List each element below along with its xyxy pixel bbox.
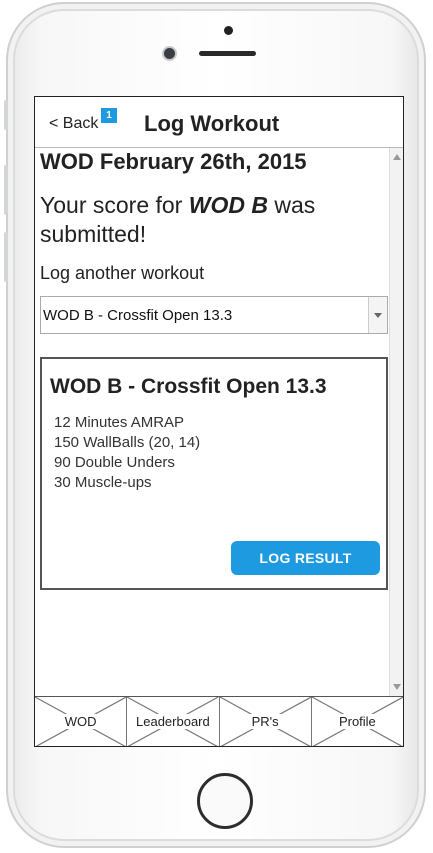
- workout-description: 12 Minutes AMRAP 150 WallBalls (20, 14) …: [54, 413, 200, 493]
- workout-card: WOD B - Crossfit Open 13.3 12 Minutes AM…: [40, 357, 388, 590]
- score-wod-name: WOD B: [188, 192, 268, 218]
- workout-select-value: WOD B - Crossfit Open 13.3: [43, 307, 233, 324]
- dropdown-arrow-icon: [374, 313, 382, 318]
- workout-select[interactable]: WOD B - Crossfit Open 13.3: [40, 296, 388, 334]
- main-content: WOD February 26th, 2015 Your score for W…: [35, 148, 389, 696]
- page-title: Log Workout: [144, 111, 280, 136]
- tab-wod[interactable]: WOD: [35, 697, 128, 746]
- app-screen: < Back 1 Log Workout WOD February 26th, …: [34, 96, 404, 747]
- score-submitted-message: Your score for WOD B was submitted!: [40, 191, 380, 249]
- volume-up-button: [4, 165, 8, 215]
- back-button[interactable]: < Back: [49, 115, 98, 133]
- tab-label: WOD: [62, 714, 99, 729]
- front-camera: [164, 48, 175, 59]
- workout-line: 30 Muscle-ups: [54, 474, 152, 491]
- home-button[interactable]: [197, 773, 253, 829]
- workout-line: 150 WallBalls (20, 14): [54, 434, 201, 451]
- log-result-button[interactable]: LOG RESULT: [231, 541, 380, 575]
- scroll-up-arrow-icon[interactable]: [393, 154, 401, 160]
- scroll-down-arrow-icon[interactable]: [393, 684, 401, 690]
- tab-label: Leaderboard: [134, 714, 212, 729]
- tab-label: Profile: [336, 714, 378, 729]
- workout-line: 12 Minutes AMRAP: [54, 414, 185, 431]
- scrollbar[interactable]: [389, 148, 403, 696]
- mute-switch: [4, 100, 8, 130]
- score-prefix: Your score for: [40, 192, 189, 218]
- tab-leaderboard[interactable]: Leaderboard: [127, 697, 220, 746]
- workout-card-title: WOD B - Crossfit Open 13.3: [50, 375, 327, 398]
- tab-label: PR's: [249, 714, 281, 729]
- nav-header: < Back 1 Log Workout: [35, 97, 403, 148]
- dropdown-button[interactable]: [368, 297, 387, 333]
- workout-line: 90 Double Unders: [54, 454, 175, 471]
- camera-dot: [224, 26, 233, 35]
- speaker-grille: [199, 51, 256, 56]
- tab-profile[interactable]: Profile: [312, 697, 403, 747]
- tab-prs[interactable]: PR's: [220, 697, 312, 746]
- tab-bar: WOD Leaderboard PR's Profile: [35, 696, 403, 747]
- notification-badge: 1: [101, 108, 117, 123]
- volume-down-button: [4, 232, 8, 282]
- wod-date-heading: WOD February 26th, 2015: [40, 149, 307, 174]
- log-another-label: Log another workout: [40, 263, 205, 283]
